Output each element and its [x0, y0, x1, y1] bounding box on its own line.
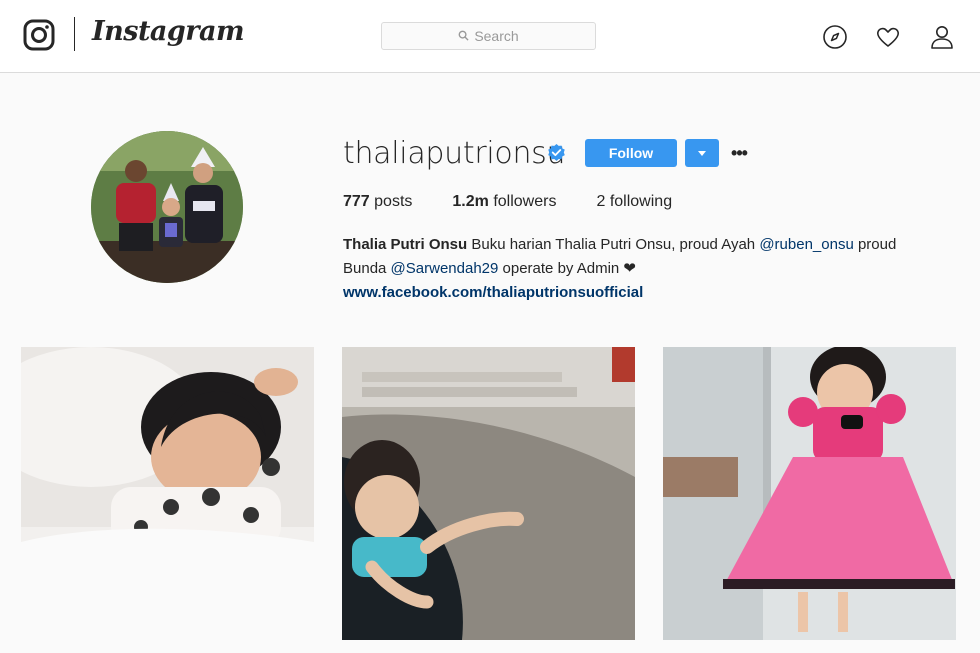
chevron-down-icon — [698, 150, 706, 156]
compass-icon[interactable] — [822, 24, 848, 50]
bio-mention-ruben[interactable]: @ruben_onsu — [759, 236, 853, 253]
top-nav-bar: Instagram Search — [0, 0, 980, 73]
bio-text: operate by Admin ❤ — [498, 260, 637, 277]
more-options-button[interactable]: ••• — [729, 140, 749, 166]
follow-button[interactable]: Follow — [585, 139, 677, 167]
instagram-camera-icon[interactable] — [23, 19, 55, 51]
bio-mention-sarwendah[interactable]: @Sarwendah29 — [391, 260, 499, 277]
bio-external-link[interactable]: www.facebook.com/thaliaputrionsuofficial — [343, 281, 943, 305]
posts-stat: 777 posts — [343, 193, 412, 211]
following-stat[interactable]: 2 following — [596, 193, 672, 211]
following-label: following — [609, 193, 673, 210]
profile-stats: 777 posts 1.2m followers 2 following — [343, 193, 712, 211]
post-thumbnail[interactable] — [342, 347, 635, 640]
instagram-wordmark[interactable]: Instagram — [92, 16, 245, 47]
user-icon[interactable] — [929, 24, 955, 50]
suggestions-dropdown-button[interactable] — [685, 139, 719, 167]
profile-avatar[interactable] — [91, 131, 243, 283]
verified-badge-icon — [547, 143, 566, 162]
followers-label: followers — [493, 193, 557, 210]
search-input[interactable]: Search — [381, 22, 596, 50]
followers-count: 1.2m — [452, 193, 489, 210]
search-placeholder: Search — [474, 28, 519, 44]
posts-label: posts — [374, 193, 413, 210]
profile-bio: Thalia Putri Onsu Buku harian Thalia Put… — [343, 233, 943, 305]
post-thumbnail[interactable] — [21, 347, 314, 640]
bio-text: Buku harian Thalia Putri Onsu, proud Aya… — [467, 236, 760, 253]
profile-username: thaliaputrionsu — [343, 136, 566, 171]
logo-divider — [74, 17, 75, 51]
post-thumbnail[interactable] — [663, 347, 956, 640]
posts-count: 777 — [343, 193, 370, 210]
profile-full-name: Thalia Putri Onsu — [343, 236, 468, 253]
followers-stat[interactable]: 1.2m followers — [452, 193, 556, 211]
following-count: 2 — [596, 193, 606, 210]
search-icon — [458, 28, 469, 44]
heart-icon[interactable] — [875, 24, 901, 50]
